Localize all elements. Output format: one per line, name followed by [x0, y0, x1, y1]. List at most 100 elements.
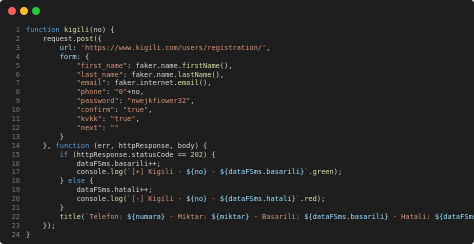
code-text: } else { [26, 177, 94, 186]
code-token: "" [110, 123, 119, 132]
code-token: ${no} [186, 168, 208, 177]
code-line: 16 dataFSms.basarili++; [0, 160, 474, 169]
code-token: green [312, 168, 334, 177]
code-token: "email" [26, 79, 107, 88]
code-token: ${dataFSms.hatali} [219, 195, 296, 204]
code-token: "first_name" [26, 61, 128, 70]
code-token: 'https://www.kigili.com/users/registrati… [80, 43, 267, 52]
maximize-window-button[interactable] [32, 7, 40, 15]
code-text: } [26, 133, 64, 142]
code-line: 10 "confirm": "true", [0, 106, 474, 115]
line-number: 19 [11, 186, 20, 195]
code-line: 24} [0, 231, 474, 240]
code-token: 202 [190, 150, 204, 159]
code-text: "last_name": faker.name.lastName(), [26, 70, 225, 80]
code-token: { [89, 177, 94, 186]
code-text: if (httpResponse.statusCode == 202) { [26, 151, 216, 160]
code-token: "confirm" [26, 106, 115, 115]
line-number: 3 [15, 43, 20, 52]
code-token: (err, httpResponse, body) { [93, 141, 208, 150]
line-number: 10 [11, 106, 20, 115]
code-line: 3 url: 'https://www.kigili.com/users/reg… [0, 44, 474, 53]
code-text: dataFSms.hatali++; [26, 186, 153, 195]
code-token: ({ [93, 34, 102, 43]
code-text: function kigili(no) { [26, 26, 115, 35]
code-token: title [59, 212, 81, 221]
code-text: "email": faker.internet.email(), [26, 79, 212, 88]
code-line: 15 if (httpResponse.statusCode == 202) { [0, 151, 474, 160]
line-number: 1 [15, 26, 20, 34]
code-token: log [110, 195, 123, 204]
code-token: if [26, 150, 73, 159]
code-token: : faker.name. [122, 70, 178, 79]
code-token: "password" [26, 97, 119, 106]
line-number: 20 [11, 195, 20, 204]
line-number: 22 [11, 212, 20, 221]
code-token: (), [211, 70, 225, 79]
code-token: : [72, 43, 81, 52]
code-token: "next" [26, 123, 102, 132]
code-token: ) { [203, 150, 216, 159]
code-token: (), [219, 61, 233, 70]
close-window-button[interactable] [8, 7, 16, 15]
line-number: 13 [11, 132, 20, 141]
code-token: dataFSms.basarili++; [26, 159, 161, 168]
code-token: console. [26, 168, 111, 177]
code-token: : [114, 106, 123, 115]
line-number: 11 [11, 115, 20, 123]
code-text: "confirm": "true", [26, 106, 153, 115]
line-number: 9 [15, 97, 20, 106]
code-token: : { [76, 52, 90, 61]
code-editor-window: 1 function kigili(no) {2 request.post({3 … [0, 0, 474, 244]
code-line: 9 "password": "nwejkfiower32", [0, 97, 474, 106]
code-token: (), [198, 79, 212, 88]
line-number: 18 [11, 177, 20, 186]
code-text: console.log(`[+] Kigili - ${no} - ${data… [26, 168, 343, 177]
code-token: ${numara} [127, 212, 166, 221]
code-line: 18 } else { [0, 177, 474, 186]
line-number: 7 [15, 79, 20, 88]
code-line: 4 form: { [0, 53, 474, 62]
code-token: +no, [127, 88, 145, 97]
code-token: , [148, 106, 153, 115]
code-token: ${dataFSms.basarili} [219, 168, 305, 177]
code-text: title(`Telefon: ${numara} - Miktar: ${mi… [26, 213, 474, 222]
code-token: } [26, 230, 31, 239]
code-line: 1 function kigili(no) { [0, 26, 474, 35]
code-text: "password": "nwejkfiower32", [26, 97, 195, 106]
code-text: url: 'https://www.kigili.com/users/regis… [26, 43, 271, 53]
code-token: function [55, 141, 94, 150]
code-line: 17 console.log(`[+] Kigili - ${no} - ${d… [0, 168, 474, 177]
line-number: 15 [11, 150, 20, 159]
code-token: "last_name" [26, 70, 123, 79]
line-number: 2 [15, 34, 20, 43]
code-token: "true" [110, 115, 136, 123]
code-token: "true" [122, 106, 149, 115]
code-token: else [68, 177, 90, 186]
code-token: "phone" [26, 88, 107, 97]
code-token: }, [26, 141, 56, 150]
code-token: , [266, 43, 271, 52]
code-token: - Hatali: [388, 212, 435, 221]
title-bar [0, 0, 474, 22]
code-token: }); [26, 221, 56, 230]
code-token: ); [333, 168, 343, 177]
code-token: - Miktar: [165, 212, 212, 221]
code-token: url [26, 43, 73, 52]
line-number: 14 [11, 141, 20, 150]
code-token: , [190, 97, 195, 106]
code-line: 12 "next": "" [0, 124, 474, 133]
code-token: : faker.internet. [106, 79, 178, 88]
code-token: red [304, 195, 317, 204]
minimize-window-button[interactable] [20, 7, 28, 15]
code-token: function [26, 26, 64, 34]
code-token: email [177, 79, 199, 88]
code-token: "kvkk" [26, 115, 102, 123]
code-text: "phone": "0"+no, [26, 88, 144, 97]
code-token: ${dataFSms.basarili} [304, 212, 389, 221]
code-token: } [26, 177, 69, 186]
code-area[interactable]: 1 function kigili(no) {2 request.post({3 … [0, 24, 474, 242]
line-number: 6 [15, 70, 20, 79]
code-token: ${miktar} [211, 212, 250, 221]
line-number: 8 [15, 88, 20, 97]
